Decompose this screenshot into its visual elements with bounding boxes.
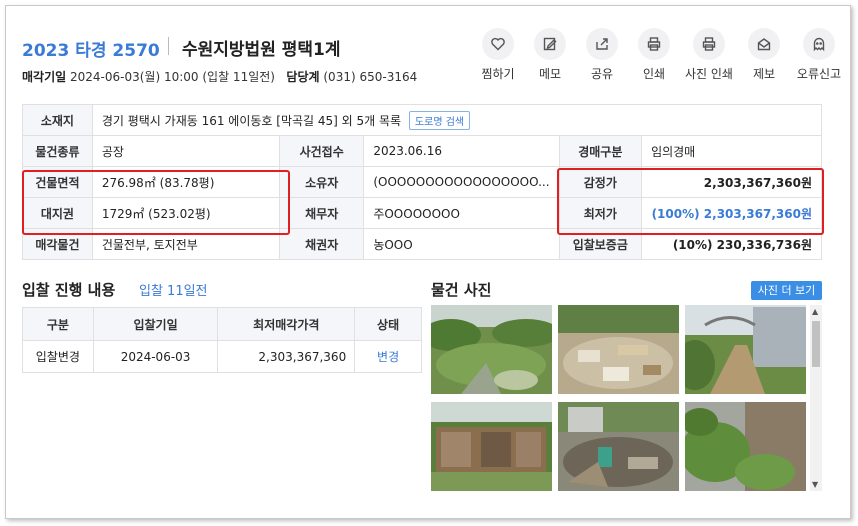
report-label: 제보 [752, 67, 776, 81]
creditor-label: 채권자 [279, 228, 365, 260]
memo-icon [543, 37, 557, 51]
sale-info-line: 매각기일 2024-06-03(월) 10:00 (입찰 11일전) 담당계 (… [22, 68, 417, 85]
location-value: 경기 평택시 가재동 161 에이동호 [막곡길 45] 외 5개 목록 [101, 113, 402, 128]
bidding-table: 구분 입찰기일 최저매각가격 상태 입찰변경 2024-06-03 2,303,… [22, 307, 422, 373]
table-row: 소재지 경기 평택시 가재동 161 에이동호 [막곡길 45] 외 5개 목록… [22, 104, 823, 136]
debtor-label: 채무자 [279, 197, 365, 229]
property-photo-6[interactable] [685, 402, 806, 491]
bid-date-cell: 2024-06-03 [92, 340, 219, 373]
location-cell: 경기 평택시 가재동 161 에이동호 [막곡길 45] 외 5개 목록 도로명… [91, 104, 823, 136]
sale-item-label: 매각물건 [22, 228, 93, 260]
table-header-row: 구분 입찰기일 최저매각가격 상태 [22, 307, 422, 341]
bid-type-cell: 입찰변경 [22, 340, 94, 373]
more-photos-button[interactable]: 사진 더 보기 [751, 281, 822, 300]
table-row: 건물면적 276.98㎡ (83.78평) 소유자 (OOOOOOOOOOOOO… [22, 166, 822, 198]
error-report-label: 오류신고 [796, 67, 842, 81]
appraisal-label: 감정가 [558, 166, 643, 198]
mail-icon [757, 38, 771, 51]
auction-type-value: 임의경매 [641, 135, 822, 167]
table-row: 매각물건 건물전부, 토지전부 채권자 농OOO 입찰보증금 (10%) 230… [22, 228, 822, 260]
heart-icon [491, 37, 505, 51]
photo-print-label: 사진 인쇄 [685, 67, 733, 81]
title-divider [168, 37, 169, 55]
sale-date-value: 2024-06-03(월) 10:00 (입찰 11일전) [70, 70, 275, 84]
property-detail-table: 소재지 경기 평택시 가재동 161 에이동호 [막곡길 45] 외 5개 목록… [22, 104, 823, 260]
print-button[interactable]: 인쇄 [628, 28, 680, 82]
col-header-date: 입찰기일 [92, 307, 219, 341]
type-label: 물건종류 [22, 135, 93, 167]
received-value: 2023.06.16 [363, 135, 560, 167]
road-search-button[interactable]: 도로명 검색 [408, 110, 471, 130]
property-photo-3[interactable] [685, 305, 806, 394]
ghost-icon [813, 37, 825, 52]
print-label: 인쇄 [642, 67, 666, 81]
share-label: 공유 [590, 67, 614, 81]
scroll-up-icon[interactable]: ▲ [812, 307, 818, 316]
table-row: 대지권 1729㎡ (523.02평) 채무자 주OOOOOOOO 최저가 (1… [22, 197, 822, 229]
dept-phone: (031) 650-3164 [323, 70, 418, 84]
appraisal-value: 2,303,367,360원 [641, 166, 822, 198]
property-photo-1[interactable] [431, 305, 552, 394]
photo-gallery [431, 305, 823, 491]
photos-section-title: 물건 사진 [431, 281, 492, 299]
print-icon [702, 37, 716, 51]
creditor-value: 농OOO [363, 228, 560, 260]
owner-value: (OOOOOOOOOOOOOOOOO... [363, 166, 560, 198]
bidding-days-left: 입찰 11일전 [139, 284, 208, 299]
table-row: 입찰변경 2024-06-03 2,303,367,360 변경 [22, 340, 422, 373]
building-area-label: 건물면적 [22, 166, 93, 198]
report-button[interactable]: 제보 [738, 28, 790, 82]
photo-print-button[interactable]: 사진 인쇄 [680, 28, 738, 82]
memo-label: 메모 [538, 67, 562, 81]
location-label: 소재지 [22, 104, 93, 136]
court-name: 수원지방법원 평택1계 [182, 40, 341, 60]
type-value: 공장 [91, 135, 281, 167]
land-value: 1729㎡ (523.02평) [91, 197, 281, 229]
deposit-value: (10%) 230,336,736원 [641, 228, 822, 260]
deposit-label: 입찰보증금 [558, 228, 643, 260]
min-price-label: 최저가 [558, 197, 643, 229]
action-toolbar: 찜하기 메모 공유 인쇄 사진 인쇄 제보 오류신고 [472, 28, 848, 82]
sale-item-value: 건물전부, 토지전부 [91, 228, 281, 260]
owner-label: 소유자 [279, 166, 365, 198]
table-row: 물건종류 공장 사건접수 2023.06.16 경매구분 임의경매 [22, 135, 822, 167]
case-number: 2023 타경 2570 [22, 41, 160, 61]
print-icon [647, 37, 661, 51]
sale-date-label: 매각기일 [22, 70, 67, 84]
share-button[interactable]: 공유 [576, 28, 628, 82]
col-header-price: 최저매각가격 [217, 307, 356, 341]
auction-type-label: 경매구분 [558, 135, 643, 167]
land-label: 대지권 [22, 197, 93, 229]
favorite-button[interactable]: 찜하기 [472, 28, 524, 82]
favorite-label: 찜하기 [481, 67, 515, 81]
col-header-status: 상태 [354, 307, 422, 341]
property-photo-4[interactable] [431, 402, 552, 491]
col-header-type: 구분 [22, 307, 94, 341]
error-report-button[interactable]: 오류신고 [790, 28, 848, 82]
scroll-thumb[interactable] [812, 321, 820, 367]
building-area-value: 276.98㎡ (83.78평) [91, 166, 281, 198]
memo-button[interactable]: 메모 [524, 28, 576, 82]
debtor-value: 주OOOOOOOO [363, 197, 560, 229]
received-label: 사건접수 [279, 135, 365, 167]
bid-status-link[interactable]: 변경 [354, 340, 422, 373]
scroll-down-icon[interactable]: ▼ [812, 480, 818, 489]
share-icon [596, 38, 608, 50]
dept-label: 담당계 [286, 70, 320, 84]
gallery-scrollbar[interactable]: ▲ ▼ [810, 305, 822, 491]
min-price-value: (100%) 2,303,367,360원 [641, 197, 822, 229]
bidding-section-title: 입찰 진행 내용 [22, 281, 116, 299]
property-photo-5[interactable] [558, 402, 679, 491]
property-photo-2[interactable] [558, 305, 679, 394]
bid-price-cell: 2,303,367,360 [217, 340, 356, 373]
